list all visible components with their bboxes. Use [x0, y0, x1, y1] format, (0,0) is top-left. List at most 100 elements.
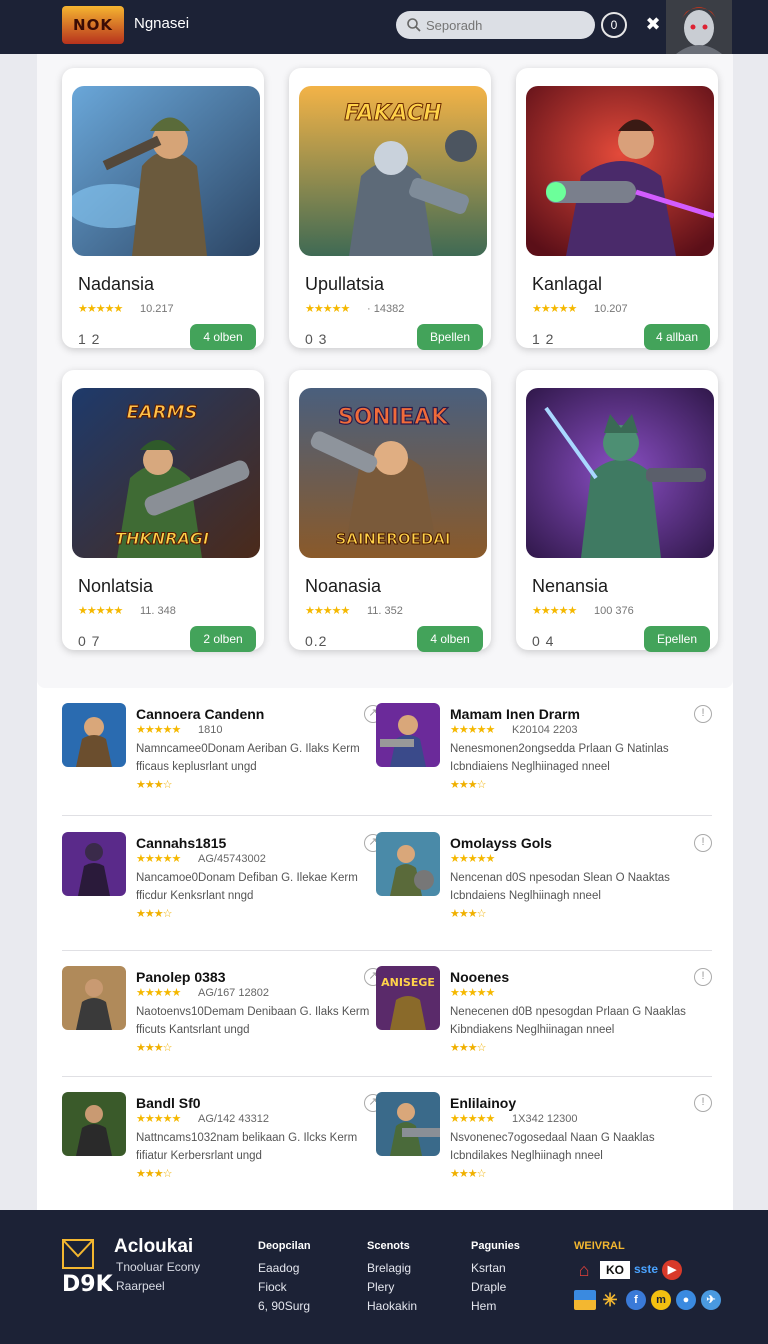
footer-link[interactable]: Hem	[471, 1299, 520, 1313]
footer-column-head: Deopcilan	[258, 1240, 311, 1252]
notification-button[interactable]: 0	[601, 12, 627, 38]
top-header: NOK Ngnasei 0 ✖	[0, 0, 768, 54]
footer-column: Pagunies Ksrtan Draple Hem	[471, 1240, 520, 1318]
sun-icon[interactable]: ✳	[600, 1290, 620, 1310]
footer-logo[interactable]: D9K	[62, 1238, 113, 1303]
facebook-icon[interactable]: f	[626, 1290, 646, 1310]
footer-link[interactable]: Ksrtan	[471, 1261, 520, 1275]
social-title: WEIVRAL	[574, 1240, 625, 1252]
globe-icon[interactable]: ●	[676, 1290, 696, 1310]
get-button[interactable]: 4 allban	[644, 324, 710, 350]
rating-count: 10.207	[594, 303, 628, 315]
star-rating: ★★★★★	[136, 724, 181, 736]
star-rating: ★★★★★	[136, 1113, 181, 1125]
game-name: Bandl Sf0	[136, 1095, 201, 1111]
game-card[interactable]: FAKACH Upullatsia ★★★★★ · 14382 0 3 Bpel…	[289, 68, 491, 350]
list-item[interactable]: Mamam Inen Drarm ★★★★★ K20104 2203 Nenes…	[376, 703, 712, 803]
get-button[interactable]: 4 olben	[417, 626, 483, 652]
stack-icon[interactable]	[574, 1290, 596, 1310]
svg-text:SAINEROEDAI: SAINEROEDAI	[336, 530, 451, 548]
game-name: Mamam Inen Drarm	[450, 706, 580, 722]
game-meta: AG/45743002	[198, 853, 266, 865]
game-thumbnail	[376, 832, 440, 896]
footer-link[interactable]: 6, 90Surg	[258, 1299, 311, 1313]
ko-badge[interactable]: KO	[600, 1261, 630, 1279]
get-button[interactable]: Bpellen	[417, 324, 483, 350]
home-icon[interactable]: ⌂	[574, 1260, 594, 1280]
star-rating: ★★★★★	[450, 987, 495, 999]
footer-link[interactable]: Haokakin	[367, 1299, 417, 1313]
game-thumbnail	[376, 1092, 440, 1156]
game-art	[526, 86, 714, 256]
list-item[interactable]: Cannoera Candenn ★★★★★ 1810 Namncamee0Do…	[62, 703, 382, 803]
star-rating: ★★★★★	[78, 605, 123, 617]
game-meta: AG/142 43312	[198, 1113, 269, 1125]
footer-link[interactable]: Fiock	[258, 1280, 311, 1294]
footer-tagline: Raarpeel	[116, 1279, 165, 1293]
rating-count: 11. 352	[367, 605, 403, 617]
star-rating: ★★★☆	[450, 1168, 486, 1180]
player-count: 0 4	[532, 633, 555, 649]
star-rating: ★★★★★	[450, 853, 495, 865]
list-item[interactable]: Omolayss Gols ★★★★★ Nencenan d0S npesoda…	[376, 832, 712, 932]
footer-link[interactable]: Brelagig	[367, 1261, 417, 1275]
star-rating: ★★★★★	[305, 303, 350, 315]
game-card[interactable]: Kanlagal ★★★★★ 10.207 1 2 4 allban	[516, 68, 718, 350]
telegram-icon[interactable]: ✈	[701, 1290, 721, 1310]
game-thumbnail	[62, 703, 126, 767]
avatar[interactable]	[666, 0, 732, 54]
list-item[interactable]: Panolep 0383 ★★★★★ AG/167 12802 Naotoenv…	[62, 966, 382, 1066]
rating-count: 10.217	[140, 303, 174, 315]
info-icon[interactable]: !	[694, 968, 712, 986]
footer-link[interactable]: Plery	[367, 1280, 417, 1294]
divider	[62, 1076, 712, 1077]
get-button[interactable]: 4 olben	[190, 324, 256, 350]
footer-column: Scenots Brelagig Plery Haokakin	[367, 1240, 417, 1318]
game-art: FAKACH	[299, 86, 487, 256]
game-title: Nonlatsia	[78, 576, 154, 596]
site-name[interactable]: Ngnasei	[134, 15, 189, 32]
player-count: 0 7	[78, 633, 101, 649]
game-card[interactable]: Nadansia ★★★★★ 10.217 1 2 4 olben	[62, 68, 264, 350]
m-icon[interactable]: m	[651, 1290, 671, 1310]
svg-text:ANISEGE: ANISEGE	[381, 976, 435, 989]
info-icon[interactable]: !	[694, 705, 712, 723]
game-name: Cannahs1815	[136, 835, 227, 851]
search-bar[interactable]	[396, 11, 595, 39]
game-art: EARMS THKNRAGI	[72, 388, 260, 558]
footer-link[interactable]: Draple	[471, 1280, 520, 1294]
game-title: Nadansia	[78, 274, 155, 294]
star-rating: ★★★☆	[136, 1168, 172, 1180]
player-count: 0.2	[305, 633, 328, 649]
game-thumbnail	[62, 832, 126, 896]
info-icon[interactable]: !	[694, 1094, 712, 1112]
list-item[interactable]: Enlilainoy ★★★★★ 1X342 12300 Nsvonenec7o…	[376, 1092, 712, 1192]
game-card[interactable]: SONIEAK SAINEROEDAI Noanasia ★★★★★ 11. 3…	[289, 370, 491, 652]
game-name: Nooenes	[450, 969, 510, 985]
site-badge[interactable]: sste	[634, 1262, 658, 1276]
tools-icon[interactable]: ✖	[642, 13, 664, 35]
game-description: Nenecenen d0B npesogdan Prlaan G Naaklas…	[450, 1006, 686, 1036]
info-icon[interactable]: !	[694, 834, 712, 852]
search-input[interactable]	[426, 15, 586, 35]
footer-brand: Acloukai	[114, 1236, 194, 1257]
game-meta: 1X342 12300	[512, 1113, 578, 1125]
youtube-icon[interactable]: ▶	[662, 1260, 682, 1280]
get-button[interactable]: Epellen	[644, 626, 710, 652]
game-art: SONIEAK SAINEROEDAI	[299, 388, 487, 558]
game-thumbnail	[62, 1092, 126, 1156]
list-item[interactable]: Bandl Sf0 ★★★★★ AG/142 43312 Nattncams10…	[62, 1092, 382, 1192]
site-logo[interactable]: NOK	[62, 6, 124, 44]
game-art	[72, 86, 260, 256]
game-card[interactable]: Nenansia ★★★★★ 100 376 0 4 Epellen	[516, 370, 718, 652]
list-item[interactable]: ANISEGE Nooenes ★★★★★ Nenecenen d0B npes…	[376, 966, 712, 1066]
game-thumbnail: ANISEGE	[376, 966, 440, 1030]
star-rating: ★★★★★	[78, 303, 123, 315]
rating-count: · 14382	[367, 303, 405, 315]
get-button[interactable]: 2 olben	[190, 626, 256, 652]
divider	[62, 950, 712, 951]
star-rating: ★★★★★	[136, 987, 181, 999]
game-card[interactable]: EARMS THKNRAGI Nonlatsia ★★★★★ 11. 348 0…	[62, 370, 264, 652]
list-item[interactable]: Cannahs1815 ★★★★★ AG/45743002 Nancamoe0D…	[62, 832, 382, 932]
footer-link[interactable]: Eaadog	[258, 1261, 311, 1275]
